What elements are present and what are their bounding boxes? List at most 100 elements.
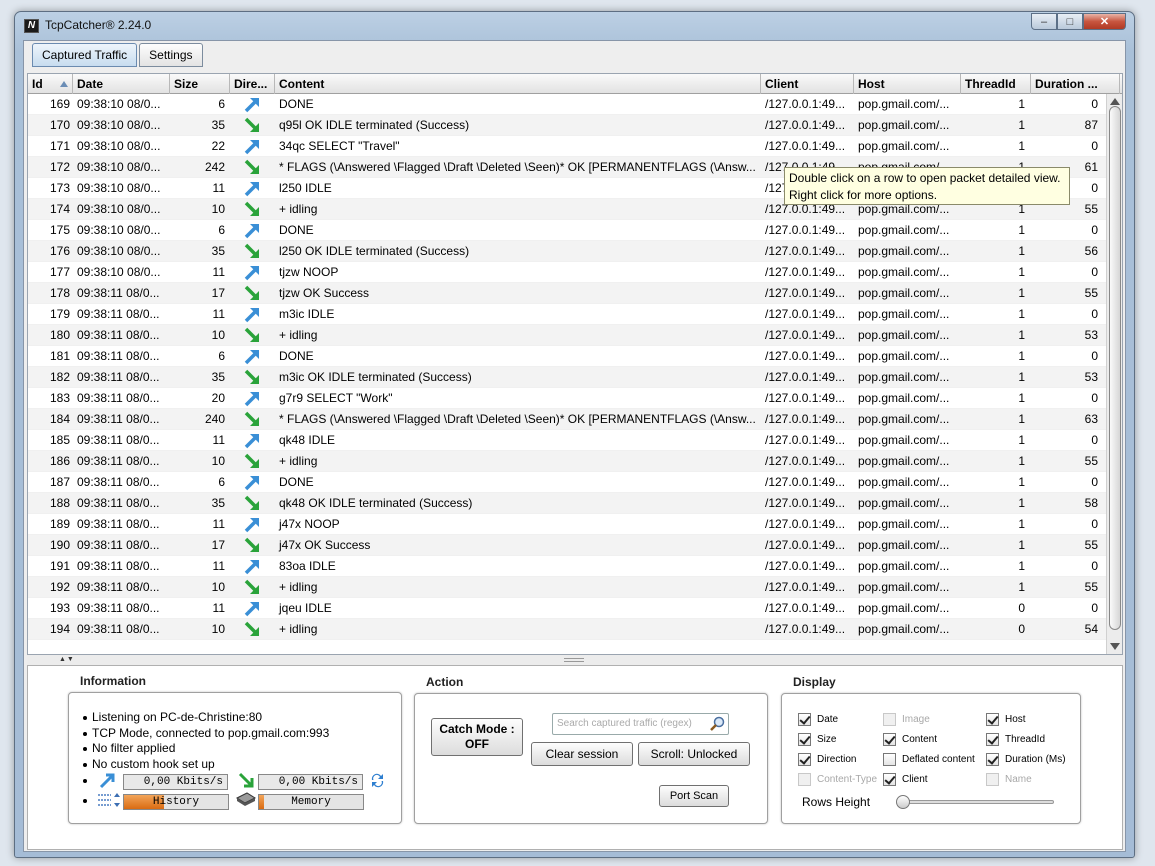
table-row[interactable]: 193 09:38:11 08/0... 11 jqeu IDLE/127.0.0.1…: [28, 598, 1108, 619]
display-option-deflated-content[interactable]: Deflated content: [883, 753, 975, 766]
table-row[interactable]: 186 09:38:11 08/0... 10 + idling/127.0.0.1:…: [28, 451, 1108, 472]
catch-mode-button[interactable]: Catch Mode : OFF: [431, 718, 523, 756]
table-row[interactable]: 185 09:38:11 08/0... 11 qk48 IDLE/127.0.0.1…: [28, 430, 1108, 451]
checkbox[interactable]: [798, 753, 811, 766]
incoming-arrow-icon: [238, 772, 254, 788]
cell-content: q95l OK IDLE terminated (Success): [279, 118, 470, 132]
checkbox[interactable]: [986, 753, 999, 766]
column-header-host[interactable]: Host: [854, 74, 961, 94]
cell-content: j47x OK Success: [279, 538, 371, 552]
cell-host: pop.gmail.com/...: [858, 517, 950, 531]
table-row[interactable]: 175 09:38:10 08/0... 6 DONE/127.0.0.1:49...…: [28, 220, 1108, 241]
scroll-down-icon[interactable]: [1110, 643, 1120, 650]
cell-id: 174: [49, 202, 70, 216]
memory-bar[interactable]: Memory: [258, 794, 364, 810]
cell-content: + idling: [279, 202, 318, 216]
cell-date: 09:38:10 08/0...: [77, 160, 161, 174]
vertical-scrollbar[interactable]: [1106, 94, 1122, 654]
checkbox[interactable]: [798, 713, 811, 726]
column-header-id[interactable]: Id: [28, 74, 73, 94]
table-row[interactable]: 192 09:38:11 08/0... 10 + idling/127.0.0.1:…: [28, 577, 1108, 598]
table-row[interactable]: 181 09:38:11 08/0... 6 DONE/127.0.0.1:49...…: [28, 346, 1108, 367]
table-row[interactable]: 189 09:38:11 08/0... 11 j47x NOOP/127.0.0.1…: [28, 514, 1108, 535]
table-row[interactable]: 183 09:38:11 08/0... 20 g7r9 SELECT "Work" /…: [28, 388, 1108, 409]
display-option-host[interactable]: Host: [986, 713, 1026, 726]
cell-id: 186: [49, 454, 70, 468]
title-bar[interactable]: N TcpCatcher® 2.24.0 – □ ✕: [15, 12, 1134, 40]
cell-host: pop.gmail.com/...: [858, 580, 950, 594]
cell-size: 6: [218, 97, 225, 111]
column-header-content[interactable]: Content: [275, 74, 761, 94]
tab-captured-traffic[interactable]: Captured Traffic: [32, 43, 138, 67]
cell-direction: [230, 535, 275, 555]
display-option-content[interactable]: Content: [883, 733, 937, 746]
cell-id: 178: [49, 286, 70, 300]
table-row[interactable]: 182 09:38:11 08/0... 35 m3ic OK IDLE termin…: [28, 367, 1108, 388]
checkbox[interactable]: [986, 733, 999, 746]
cell-client: /127.0.0.1:49...: [765, 454, 846, 468]
rows-height-slider-knob[interactable]: [896, 795, 910, 809]
checkbox[interactable]: [798, 733, 811, 746]
scroll-up-icon[interactable]: [1110, 98, 1120, 105]
tab-settings[interactable]: Settings: [139, 43, 203, 67]
table-row[interactable]: 190 09:38:11 08/0... 17 j47x OK Success/127…: [28, 535, 1108, 556]
incoming-arrow-icon: [244, 285, 259, 300]
cell-date: 09:38:11 08/0...: [77, 475, 160, 489]
cell-direction: [230, 304, 275, 324]
table-row[interactable]: 187 09:38:11 08/0... 6 DONE/127.0.0.1:49...…: [28, 472, 1108, 493]
search-input[interactable]: Search captured traffic (regex): [552, 713, 729, 735]
cell-direction: [230, 136, 275, 156]
display-option-duration-ms[interactable]: Duration (Ms): [986, 753, 1066, 766]
column-header-threadid[interactable]: ThreadId: [961, 74, 1031, 94]
display-option-date[interactable]: Date: [798, 713, 838, 726]
display-option-client[interactable]: Client: [883, 773, 928, 786]
cell-threadid: 1: [1018, 475, 1025, 489]
table-row[interactable]: 179 09:38:11 08/0... 11 m3ic IDLE/127.0.0.1…: [28, 304, 1108, 325]
display-option-direction[interactable]: Direction: [798, 753, 856, 766]
checkbox-label: ThreadId: [1005, 734, 1046, 745]
table-row[interactable]: 194 09:38:11 08/0... 10 + idling/127.0.0.1:…: [28, 619, 1108, 640]
maximize-button[interactable]: □: [1057, 13, 1083, 30]
checkbox[interactable]: [986, 713, 999, 726]
clear-session-button[interactable]: Clear session: [531, 742, 633, 766]
catch-mode-state: OFF: [465, 737, 489, 751]
scroll-toggle-button[interactable]: Scroll: Unlocked: [638, 742, 750, 766]
table-row[interactable]: 180 09:38:11 08/0... 10 + idling/127.0.0.1:…: [28, 325, 1108, 346]
column-header-size[interactable]: Size: [170, 74, 230, 94]
column-header-date[interactable]: Date: [73, 74, 170, 94]
checkbox[interactable]: [883, 733, 896, 746]
close-button[interactable]: ✕: [1083, 13, 1126, 30]
rows-height-slider[interactable]: [898, 800, 1054, 804]
table-row[interactable]: 191 09:38:11 08/0... 11 83oa IDLE/127.0.0.1…: [28, 556, 1108, 577]
checkbox[interactable]: [883, 773, 896, 786]
scroll-thumb[interactable]: [1109, 106, 1121, 630]
incoming-arrow-icon: [244, 411, 259, 426]
display-option-size[interactable]: Size: [798, 733, 836, 746]
table-row[interactable]: 169 09:38:10 08/0... 6 DONE/127.0.0.1:49...…: [28, 94, 1108, 115]
column-header-client[interactable]: Client: [761, 74, 854, 94]
table-row[interactable]: 170 09:38:10 08/0... 35 q95l OK IDLE termin…: [28, 115, 1108, 136]
cell-content: * FLAGS (\Answered \Flagged \Draft \Dele…: [279, 160, 756, 174]
checkbox-label: Size: [817, 734, 837, 745]
table-row[interactable]: 188 09:38:11 08/0... 35 qk48 OK IDLE termin…: [28, 493, 1108, 514]
column-header-direction[interactable]: Dire...: [230, 74, 275, 94]
port-scan-button[interactable]: Port Scan: [659, 785, 729, 807]
display-option-threadid[interactable]: ThreadId: [986, 733, 1045, 746]
table-row[interactable]: 171 09:38:10 08/0... 22 34qc SELECT "Travel…: [28, 136, 1108, 157]
table-row[interactable]: 184 09:38:11 08/0... 240 * FLAGS (\Answered…: [28, 409, 1108, 430]
cell-size: 22: [211, 139, 225, 153]
refresh-icon[interactable]: [369, 772, 386, 789]
cell-id: 175: [49, 223, 70, 237]
history-bar[interactable]: History: [123, 794, 229, 810]
collapse-arrows-icon[interactable]: ▲▼: [59, 656, 75, 663]
split-pane-divider[interactable]: ▲▼: [27, 655, 1123, 665]
table-row[interactable]: 176 09:38:10 08/0... 35 l250 OK IDLE termin…: [28, 241, 1108, 262]
search-icon[interactable]: [710, 716, 726, 732]
cell-content: qk48 IDLE: [279, 433, 336, 447]
cell-threadid: 1: [1018, 391, 1025, 405]
minimize-button[interactable]: –: [1031, 13, 1057, 30]
table-row[interactable]: 177 09:38:10 08/0... 11 tjzw NOOP/127.0.0.1…: [28, 262, 1108, 283]
checkbox[interactable]: [883, 753, 896, 766]
column-header-duration[interactable]: Duration ...: [1031, 74, 1120, 94]
table-row[interactable]: 178 09:38:11 08/0... 17 tjzw OK Success/127…: [28, 283, 1108, 304]
